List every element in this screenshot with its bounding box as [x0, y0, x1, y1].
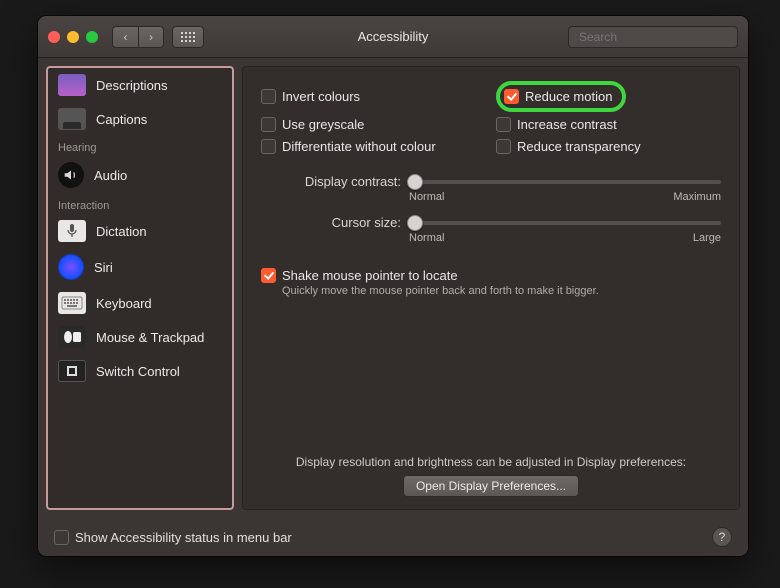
sidebar-item-audio[interactable]: Audio	[48, 156, 232, 194]
differentiate-without-colour-checkbox[interactable]: Differentiate without colour	[261, 139, 486, 154]
sidebar-item-captions[interactable]: Captions	[48, 102, 232, 136]
slider-min-label: Normal	[409, 191, 444, 203]
help-button[interactable]: ?	[712, 527, 732, 547]
slider-thumb[interactable]	[407, 215, 423, 231]
category-header-interaction: Interaction	[48, 194, 232, 214]
sidebar-item-label: Siri	[94, 260, 113, 275]
slider-thumb[interactable]	[407, 174, 423, 190]
checkbox-icon	[261, 268, 276, 283]
increase-contrast-checkbox[interactable]: Increase contrast	[496, 117, 721, 132]
sidebar-item-mouse-trackpad[interactable]: Mouse & Trackpad	[48, 320, 232, 354]
titlebar: ‹ › Accessibility	[38, 16, 748, 58]
back-button[interactable]: ‹	[112, 26, 138, 48]
slider-max-label: Maximum	[673, 191, 721, 203]
category-sidebar[interactable]: Descriptions Captions Hearing Audio Inte…	[46, 66, 234, 510]
sidebar-item-label: Mouse & Trackpad	[96, 330, 204, 345]
reduce-motion-highlight: Reduce motion	[496, 81, 626, 112]
footer: Show Accessibility status in menu bar ?	[38, 518, 748, 556]
sidebar-item-label: Switch Control	[96, 364, 180, 379]
checkbox-icon	[496, 117, 511, 132]
category-header-hearing: Hearing	[48, 136, 232, 156]
zoom-icon[interactable]	[86, 31, 98, 43]
nav-buttons: ‹ ›	[112, 26, 164, 48]
grid-icon	[181, 32, 195, 42]
keyboard-icon	[58, 292, 86, 314]
sidebar-item-keyboard[interactable]: Keyboard	[48, 286, 232, 320]
checkbox-label: Reduce motion	[525, 89, 612, 104]
checkbox-icon	[261, 89, 276, 104]
checkbox-icon	[504, 89, 519, 104]
slider-min-label: Normal	[409, 232, 444, 244]
close-icon[interactable]	[48, 31, 60, 43]
audio-icon	[58, 162, 84, 188]
shake-to-locate-hint: Quickly move the mouse pointer back and …	[261, 285, 721, 297]
sidebar-item-label: Dictation	[96, 224, 147, 239]
checkbox-icon	[261, 139, 276, 154]
search-input[interactable]	[579, 30, 734, 44]
descriptions-icon	[58, 74, 86, 96]
sidebar-item-label: Captions	[96, 112, 147, 127]
shake-to-locate-checkbox[interactable]: Shake mouse pointer to locate	[261, 268, 721, 283]
show-status-in-menubar-checkbox[interactable]: Show Accessibility status in menu bar	[54, 530, 292, 545]
display-contrast-label: Display contrast:	[261, 174, 401, 189]
reduce-motion-checkbox[interactable]: Reduce motion	[504, 89, 612, 104]
use-greyscale-checkbox[interactable]: Use greyscale	[261, 117, 486, 132]
mouse-trackpad-icon	[58, 326, 86, 348]
checkbox-label: Use greyscale	[282, 117, 364, 132]
display-contrast-slider[interactable]	[409, 180, 721, 184]
siri-icon	[58, 254, 84, 280]
show-all-button[interactable]	[172, 26, 204, 48]
checkbox-icon	[496, 139, 511, 154]
window-controls	[48, 31, 98, 43]
display-prefs-note: Display resolution and brightness can be…	[261, 455, 721, 469]
checkbox-icon	[54, 530, 69, 545]
captions-icon	[58, 108, 86, 130]
open-display-preferences-button[interactable]: Open Display Preferences...	[403, 475, 579, 497]
sidebar-item-switch-control[interactable]: Switch Control	[48, 354, 232, 388]
sidebar-item-label: Audio	[94, 168, 127, 183]
checkbox-label: Invert colours	[282, 89, 360, 104]
cursor-size-slider[interactable]	[409, 221, 721, 225]
checkbox-label: Reduce transparency	[517, 139, 641, 154]
reduce-transparency-checkbox[interactable]: Reduce transparency	[496, 139, 721, 154]
minimize-icon[interactable]	[67, 31, 79, 43]
switch-control-icon	[58, 360, 86, 382]
checkbox-label: Shake mouse pointer to locate	[282, 268, 458, 283]
forward-button[interactable]: ›	[138, 26, 164, 48]
sidebar-item-descriptions[interactable]: Descriptions	[48, 68, 232, 102]
sidebar-item-label: Keyboard	[96, 296, 152, 311]
dictation-icon	[58, 220, 86, 242]
sidebar-item-siri[interactable]: Siri	[48, 248, 232, 286]
search-field[interactable]	[568, 26, 738, 48]
sidebar-item-label: Descriptions	[96, 78, 168, 93]
invert-colours-checkbox[interactable]: Invert colours	[261, 83, 486, 110]
checkbox-label: Differentiate without colour	[282, 139, 436, 154]
slider-max-label: Large	[693, 232, 721, 244]
main-panel: Invert colours Reduce motion Use greysca…	[242, 66, 740, 510]
cursor-size-label: Cursor size:	[261, 215, 401, 230]
checkbox-label: Show Accessibility status in menu bar	[75, 530, 292, 545]
sidebar-item-dictation[interactable]: Dictation	[48, 214, 232, 248]
accessibility-preferences-window: ‹ › Accessibility Descriptions Captions	[38, 16, 748, 556]
checkbox-label: Increase contrast	[517, 117, 617, 132]
checkbox-icon	[261, 117, 276, 132]
